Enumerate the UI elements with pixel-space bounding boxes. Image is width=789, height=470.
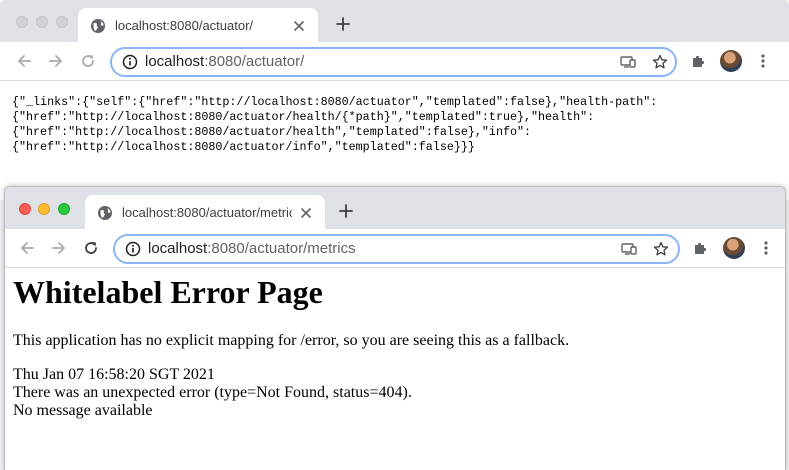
- url-text: localhost:8080/actuator/: [145, 53, 304, 70]
- address-bar[interactable]: localhost:8080/actuator/: [110, 47, 677, 77]
- tab-title: localhost:8080/actuator/: [115, 18, 254, 33]
- url-path: :8080/actuator/metrics: [207, 240, 356, 257]
- avatar[interactable]: [723, 237, 745, 259]
- close-icon[interactable]: [299, 206, 313, 220]
- tab-strip: localhost:8080/actuator/metrics: [5, 187, 785, 229]
- star-icon[interactable]: [652, 54, 668, 70]
- error-message: No message available: [13, 402, 153, 419]
- avatar[interactable]: [720, 50, 742, 72]
- json-line: {"href":"http://localhost:8080/actuator/…: [12, 140, 475, 154]
- kebab-menu-icon[interactable]: [755, 53, 771, 69]
- window-zoom-button[interactable]: [56, 16, 68, 28]
- info-icon[interactable]: [125, 241, 141, 257]
- toolbar: localhost:8080/actuator/metrics: [5, 229, 785, 268]
- window-minimize-button[interactable]: [38, 203, 50, 215]
- plus-icon[interactable]: [338, 203, 354, 219]
- browser-window-metrics: localhost:8080/actuator/metrics localhos…: [4, 186, 786, 470]
- reload-icon[interactable]: [83, 240, 99, 256]
- toolbar: localhost:8080/actuator/: [0, 42, 789, 81]
- url-host: localhost: [145, 53, 205, 70]
- url-host: localhost: [148, 240, 208, 257]
- browser-window-actuator: localhost:8080/actuator/ localhost:8080/…: [0, 0, 789, 200]
- arrow-left-icon[interactable]: [16, 53, 32, 69]
- kebab-menu-icon[interactable]: [758, 240, 774, 256]
- cast-icon[interactable]: [620, 54, 636, 70]
- globe-icon: [98, 206, 112, 220]
- json-line: {"_links":{"self":{"href":"http://localh…: [12, 95, 658, 109]
- puzzle-icon[interactable]: [693, 240, 709, 256]
- close-icon[interactable]: [292, 19, 306, 33]
- tab-title: localhost:8080/actuator/metrics: [122, 205, 292, 220]
- json-response: {"_links":{"self":{"href":"http://localh…: [12, 95, 782, 155]
- address-bar[interactable]: localhost:8080/actuator/metrics: [113, 234, 680, 264]
- error-timestamp: Thu Jan 07 16:58:20 SGT 2021: [13, 366, 215, 383]
- puzzle-icon[interactable]: [691, 53, 707, 69]
- url-text: localhost:8080/actuator/metrics: [148, 240, 356, 257]
- desktop: localhost:8080/actuator/ localhost:8080/…: [0, 0, 789, 470]
- window-zoom-button[interactable]: [58, 203, 70, 215]
- cast-icon[interactable]: [621, 241, 637, 257]
- url-path: :8080/actuator/: [204, 53, 305, 70]
- plus-icon[interactable]: [335, 16, 351, 32]
- tab-strip: localhost:8080/actuator/: [0, 0, 789, 42]
- window-close-button[interactable]: [19, 203, 31, 215]
- json-line: {"href":"http://localhost:8080/actuator/…: [12, 110, 595, 124]
- arrow-right-icon[interactable]: [51, 240, 67, 256]
- arrow-left-icon[interactable]: [19, 240, 35, 256]
- window-close-button[interactable]: [16, 16, 28, 28]
- window-minimize-button[interactable]: [36, 16, 48, 28]
- star-icon[interactable]: [653, 241, 669, 257]
- reload-icon[interactable]: [80, 53, 96, 69]
- json-line: {"href":"http://localhost:8080/actuator/…: [12, 125, 532, 139]
- arrow-right-icon[interactable]: [48, 53, 64, 69]
- tab-metrics[interactable]: localhost:8080/actuator/metrics: [85, 195, 325, 229]
- error-explanation: This application has no explicit mapping…: [13, 332, 570, 349]
- error-detail: There was an unexpected error (type=Not …: [13, 384, 412, 401]
- tab-actuator[interactable]: localhost:8080/actuator/: [78, 8, 318, 42]
- globe-icon: [91, 19, 105, 33]
- page-title: Whitelabel Error Page: [13, 274, 323, 310]
- info-icon[interactable]: [122, 54, 138, 70]
